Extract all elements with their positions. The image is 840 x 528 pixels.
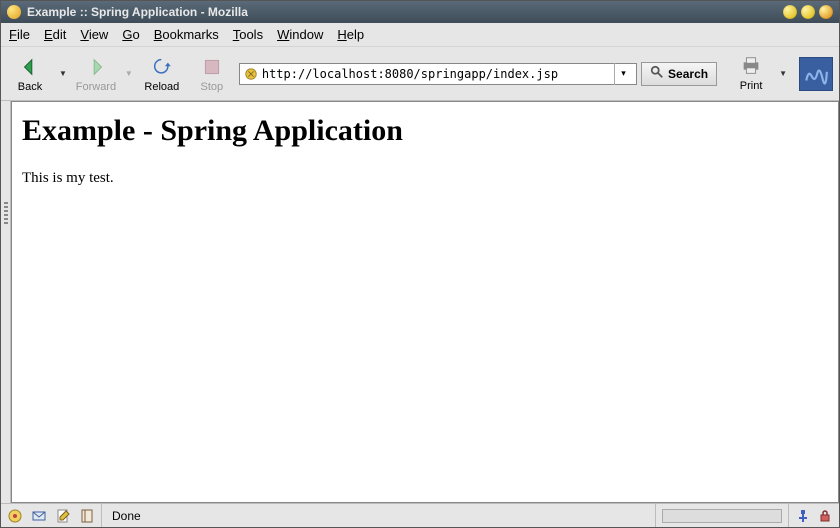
security-icon[interactable] xyxy=(817,508,833,524)
online-icon[interactable] xyxy=(795,508,811,524)
address-book-icon[interactable] xyxy=(79,508,95,524)
print-button[interactable]: Print xyxy=(729,50,773,98)
menubar: File Edit View Go Bookmarks Tools Window… xyxy=(1,23,839,47)
stop-icon xyxy=(200,55,224,79)
status-right xyxy=(789,508,839,524)
menu-edit[interactable]: Edit xyxy=(44,27,66,42)
forward-button: Forward xyxy=(73,50,119,98)
sidebar-grip[interactable] xyxy=(1,101,11,503)
url-input[interactable] xyxy=(262,67,614,81)
print-icon xyxy=(740,55,762,80)
progress-bar xyxy=(662,509,782,523)
page-heading: Example - Spring Application xyxy=(22,114,828,148)
page-favicon xyxy=(244,67,258,81)
reload-button[interactable]: Reload xyxy=(139,50,185,98)
close-button[interactable] xyxy=(819,5,833,19)
back-dropdown[interactable]: ▼ xyxy=(57,50,69,98)
mail-icon[interactable] xyxy=(31,508,47,524)
navigator-icon[interactable] xyxy=(7,508,23,524)
page-body-text: This is my test. xyxy=(22,170,828,187)
component-bar xyxy=(1,504,102,527)
window-title: Example :: Spring Application - Mozilla xyxy=(27,5,779,19)
url-dropdown[interactable]: ▾ xyxy=(614,63,632,85)
menu-view[interactable]: View xyxy=(80,27,108,42)
search-icon xyxy=(650,65,664,82)
stop-button: Stop xyxy=(189,50,235,98)
back-button[interactable]: Back xyxy=(7,50,53,98)
reload-icon xyxy=(150,55,174,79)
forward-dropdown[interactable]: ▼ xyxy=(123,50,135,98)
statusbar: Done xyxy=(1,503,839,527)
urlbar-container: ▾ Search xyxy=(239,62,717,86)
progress-section xyxy=(656,504,789,527)
menu-bookmarks[interactable]: Bookmarks xyxy=(154,27,219,42)
menu-tools[interactable]: Tools xyxy=(233,27,263,42)
composer-icon[interactable] xyxy=(55,508,71,524)
print-dropdown[interactable]: ▼ xyxy=(777,50,789,98)
maximize-button[interactable] xyxy=(801,5,815,19)
back-icon xyxy=(18,55,42,79)
minimize-button[interactable] xyxy=(783,5,797,19)
content-area: Example - Spring Application This is my … xyxy=(1,101,839,503)
toolbar: Back ▼ Forward ▼ Reload Stop xyxy=(1,47,839,101)
app-icon xyxy=(7,5,21,19)
menu-file[interactable]: File xyxy=(9,27,30,42)
page-viewport[interactable]: Example - Spring Application This is my … xyxy=(11,101,839,503)
browser-window: Example :: Spring Application - Mozilla … xyxy=(0,0,840,528)
menu-go[interactable]: Go xyxy=(122,27,139,42)
urlbar[interactable]: ▾ xyxy=(239,63,637,85)
throbber-icon[interactable] xyxy=(799,57,833,91)
menu-help[interactable]: Help xyxy=(337,27,364,42)
menu-window[interactable]: Window xyxy=(277,27,323,42)
status-text: Done xyxy=(102,504,656,527)
search-button[interactable]: Search xyxy=(641,62,717,86)
forward-icon xyxy=(84,55,108,79)
titlebar: Example :: Spring Application - Mozilla xyxy=(1,1,839,23)
